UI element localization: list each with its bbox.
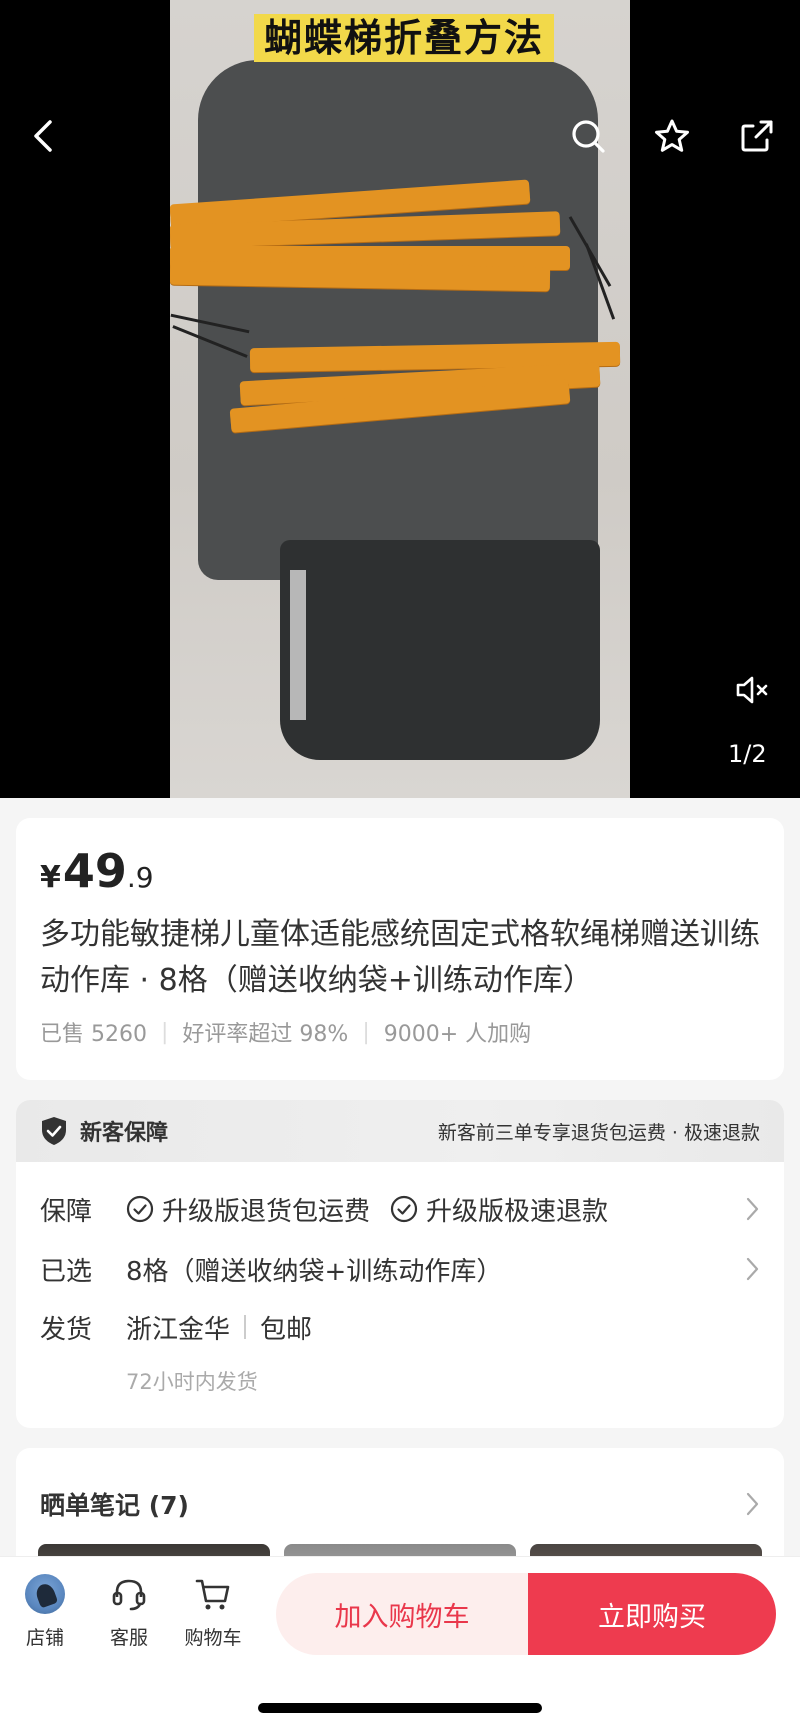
chevron-right-icon [746, 1197, 759, 1221]
share-icon [741, 120, 773, 152]
store-label: 店铺 [25, 1627, 64, 1649]
shield-check-icon [42, 1117, 66, 1145]
shipping-fee: 包邮 [260, 1314, 313, 1345]
video-shirt [198, 60, 598, 580]
favorite-button[interactable] [646, 110, 698, 162]
customer-service-button[interactable]: 客服 [94, 1573, 164, 1650]
cart-button[interactable]: 购物车 [178, 1573, 248, 1650]
protection-item-label: 升级版极速退款 [426, 1196, 609, 1227]
selected-variant-row[interactable]: 已选 8格（赠送收纳袋+训练动作库） [40, 1244, 760, 1294]
mute-button[interactable] [726, 668, 778, 712]
product-stats: 已售 5260 | 好评率超过 98% | 9000+ 人加购 [40, 1016, 760, 1048]
product-video[interactable]: 蝴蝶梯折叠方法 [170, 0, 630, 798]
stats-divider: | [160, 1019, 169, 1045]
search-icon [572, 120, 605, 153]
star-icon [655, 119, 689, 152]
check-circle-icon [390, 1195, 418, 1223]
search-button[interactable] [562, 110, 614, 162]
selected-variant: 8格（赠送收纳袋+训练动作库） [126, 1256, 503, 1287]
shipping-time: 72小时内发货 [126, 1370, 258, 1394]
new-customer-banner[interactable]: 新客保障 新客前三单专享退货包运费 · 极速退款 [16, 1100, 784, 1162]
protection-row[interactable]: 保障 升级版退货包运费 升级版极速退款 [40, 1184, 760, 1234]
shipping-origin: 浙江金华 [126, 1314, 231, 1345]
banner-description: 新客前三单专享退货包运费 · 极速退款 [437, 1121, 760, 1144]
speaker-muted-icon [736, 676, 768, 704]
sold-count: 已售 5260 [40, 1022, 147, 1047]
notes-title: 晒单笔记 (7) [40, 1491, 189, 1520]
product-info-card: ¥ 49 .9 多功能敏捷梯儿童体适能感统固定式格软绳梯赠送训练动作库 · 8格… [16, 818, 784, 1080]
video-shorts [280, 540, 600, 760]
shipping-divider [244, 1315, 247, 1339]
add-to-cart-button[interactable]: 加入购物车 [276, 1573, 528, 1655]
cart-icon [195, 1579, 230, 1610]
rating-rate: 好评率超过 98% [182, 1022, 349, 1047]
store-button[interactable]: 店铺 [10, 1573, 80, 1650]
chevron-left-icon [34, 120, 52, 152]
stats-divider: | [362, 1019, 370, 1045]
price-decimal: .9 [126, 861, 154, 894]
price-integer: 49 [62, 844, 127, 898]
product-title: 多功能敏捷梯儿童体适能感统固定式格软绳梯赠送训练动作库 · 8格（赠送收纳袋+训… [40, 917, 760, 998]
shipping-label: 发货 [40, 1314, 93, 1345]
check-circle-icon [126, 1195, 154, 1223]
chevron-right-icon [746, 1257, 759, 1281]
buy-now-button[interactable]: 立即购买 [528, 1573, 776, 1655]
price-symbol: ¥ [40, 860, 61, 895]
shipping-row: 发货 浙江金华 包邮 [40, 1302, 760, 1352]
protection-item-label: 升级版退货包运费 [162, 1196, 371, 1227]
headset-icon [112, 1579, 146, 1611]
protection-label: 保障 [40, 1196, 93, 1227]
guarantee-card: 新客保障 新客前三单专享退货包运费 · 极速退款 保障 升级版退货包运费 升级版… [16, 1100, 784, 1428]
share-button[interactable] [731, 110, 783, 162]
chevron-right-icon [746, 1492, 759, 1516]
home-indicator [258, 1703, 542, 1713]
price: ¥ 49 .9 [40, 844, 760, 898]
media-page-counter: 1/2 [728, 740, 767, 768]
protection-item: 升级版极速退款 [390, 1191, 608, 1228]
service-label: 客服 [109, 1627, 148, 1649]
notes-header[interactable]: 晒单笔记 (7) [40, 1486, 760, 1522]
video-caption: 蝴蝶梯折叠方法 [254, 14, 555, 62]
back-button[interactable] [18, 110, 70, 162]
banner-title: 新客保障 [80, 1121, 169, 1146]
cart-label: 购物车 [184, 1627, 242, 1649]
cart-add-count: 9000+ 人加购 [383, 1022, 532, 1047]
product-media[interactable]: 蝴蝶梯折叠方法 1/2 [0, 0, 800, 798]
protection-item: 升级版退货包运费 [126, 1191, 370, 1228]
store-avatar [25, 1574, 65, 1614]
selected-label: 已选 [40, 1256, 93, 1287]
